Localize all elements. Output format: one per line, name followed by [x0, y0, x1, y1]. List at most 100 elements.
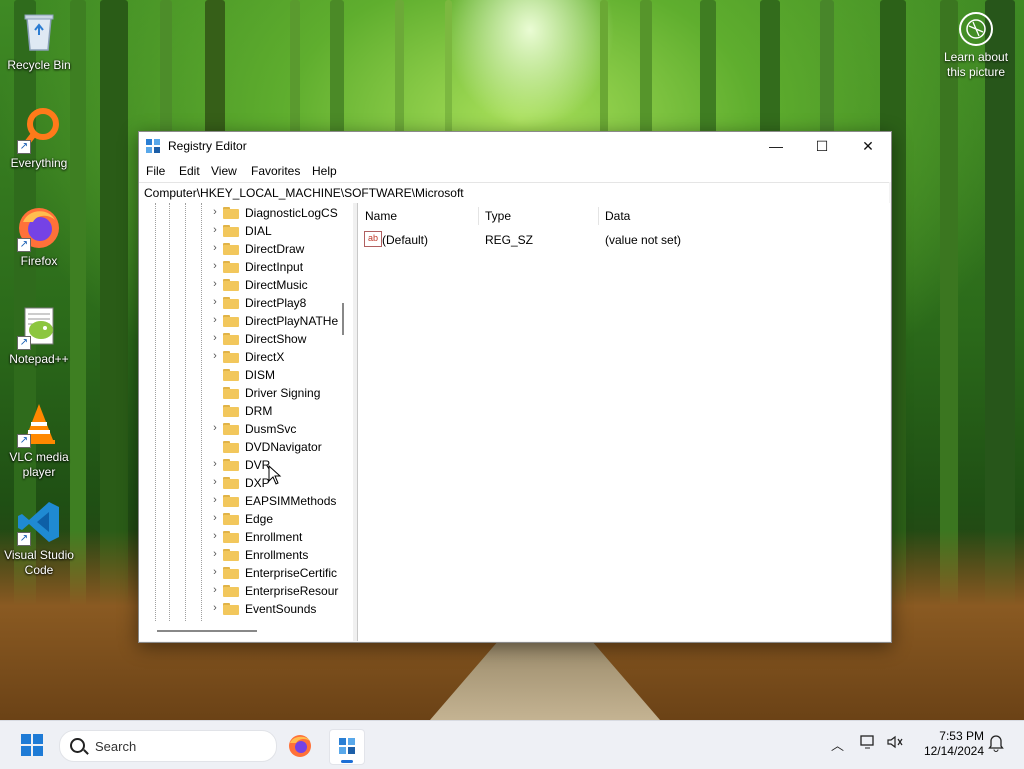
chevron-right-icon[interactable]: › [209, 224, 221, 238]
tree-node[interactable]: › EventSounds [209, 600, 349, 618]
chevron-right-icon[interactable]: › [209, 242, 221, 256]
chevron-right-icon[interactable]: › [209, 350, 221, 364]
address-path[interactable]: Computer\HKEY_LOCAL_MACHINE\SOFTWARE\Mic… [144, 186, 464, 200]
desktop-icon-vlc[interactable]: ↗ VLC media player [0, 400, 78, 480]
tree-guide-line [185, 203, 186, 621]
desktop-icon-everything[interactable]: ↗ Everything [0, 106, 78, 171]
folder-icon [223, 333, 239, 345]
notifications-bell-icon[interactable] [988, 734, 1004, 755]
tree-guide-line [201, 203, 202, 621]
tree-node[interactable]: DISM [209, 366, 349, 384]
tree-node[interactable]: › EAPSIMMethods [209, 492, 349, 510]
tree-node[interactable]: › Enrollment [209, 528, 349, 546]
start-button[interactable] [21, 734, 43, 756]
taskbar-search-box[interactable]: Search [59, 730, 277, 762]
tree-node[interactable]: › DirectX [209, 348, 349, 366]
tree-node-label: DirectPlayNATHe [245, 314, 339, 328]
chevron-right-icon[interactable]: › [209, 584, 221, 598]
chevron-right-icon[interactable]: › [209, 332, 221, 346]
tree-node[interactable]: › DiagnosticLogCS [209, 204, 349, 222]
tree-node[interactable]: › DirectInput [209, 258, 349, 276]
menu-edit[interactable]: Edit [179, 164, 200, 178]
chevron-right-icon[interactable]: › [209, 602, 221, 616]
chevron-right-icon[interactable]: › [209, 458, 221, 472]
tree-node[interactable]: › Enrollments [209, 546, 349, 564]
column-separator[interactable] [598, 207, 599, 225]
search-icon [70, 738, 85, 753]
tree-node[interactable]: › DirectPlay8 [209, 294, 349, 312]
folder-icon [223, 225, 239, 237]
tree-node[interactable]: › Edge [209, 510, 349, 528]
tree-node[interactable]: › DirectShow [209, 330, 349, 348]
tree-node[interactable]: DVDNavigator [209, 438, 349, 456]
tree-node[interactable]: › EnterpriseCertific [209, 564, 349, 582]
chevron-right-icon[interactable]: › [209, 296, 221, 310]
tree-node[interactable]: › DIAL [209, 222, 349, 240]
chevron-right-icon[interactable]: › [209, 512, 221, 526]
tree-vertical-scrollbar[interactable] [342, 303, 344, 335]
clock[interactable]: 7:53 PM 12/14/2024 [914, 729, 984, 759]
chevron-right-icon[interactable]: › [209, 206, 221, 220]
values-list-pane[interactable]: Name Type Data ab (Default) REG_SZ (valu… [358, 203, 890, 641]
menu-help[interactable]: Help [312, 164, 337, 178]
key-tree-pane[interactable]: › DiagnosticLogCS › DIAL › DirectDraw › DirectI… [139, 203, 354, 641]
folder-icon [223, 513, 239, 525]
desktop-icon-vscode[interactable]: ↗ Visual Studio Code [0, 498, 78, 578]
title-bar[interactable]: Registry Editor — ☐ ✕ [139, 132, 891, 160]
tree-node-label: DVR [245, 458, 271, 472]
tree-node[interactable]: › DirectPlayNATHe [209, 312, 349, 330]
tree-node-label: DiagnosticLogCS [245, 206, 338, 220]
chevron-right-icon[interactable]: › [209, 278, 221, 292]
tree-node-label: DXP [245, 476, 270, 490]
column-separator[interactable] [478, 207, 479, 225]
column-header-name[interactable]: Name [365, 209, 397, 223]
tree-node[interactable]: › DirectMusic [209, 276, 349, 294]
column-header-data[interactable]: Data [605, 209, 630, 223]
desktop-icon-firefox[interactable]: ↗ Firefox [0, 204, 78, 269]
desktop-icon-notepadpp[interactable]: ↗ Notepad++ [0, 302, 78, 367]
volume-muted-icon[interactable] [886, 734, 904, 753]
chevron-right-icon[interactable]: › [209, 476, 221, 490]
chevron-right-icon[interactable]: › [209, 530, 221, 544]
chevron-right-icon[interactable]: › [209, 548, 221, 562]
window-title: Registry Editor [168, 139, 247, 153]
folder-icon [223, 243, 239, 255]
menu-favorites[interactable]: Favorites [251, 164, 300, 178]
chevron-right-icon[interactable]: › [209, 314, 221, 328]
tree-node[interactable]: › DirectDraw [209, 240, 349, 258]
active-app-indicator [341, 760, 353, 763]
maximize-button[interactable]: ☐ [799, 132, 845, 160]
folder-icon [223, 585, 239, 597]
show-hidden-icons-button[interactable]: ︿ [831, 735, 844, 754]
value-row[interactable]: ab (Default) REG_SZ (value not set) [358, 229, 890, 249]
minimize-button[interactable]: — [753, 132, 799, 160]
folder-icon [223, 423, 239, 435]
tree-horizontal-scrollbar[interactable] [157, 630, 257, 632]
folder-icon [223, 261, 239, 273]
tree-node[interactable]: Driver Signing [209, 384, 349, 402]
column-header-type[interactable]: Type [485, 209, 511, 223]
desktop-icon-recycle-bin[interactable]: Recycle Bin [0, 8, 78, 73]
folder-icon [223, 441, 239, 453]
address-bar[interactable]: Computer\HKEY_LOCAL_MACHINE\SOFTWARE\Mic… [139, 182, 889, 204]
chevron-right-icon[interactable]: › [209, 494, 221, 508]
chevron-right-icon[interactable]: › [209, 566, 221, 580]
menu-view[interactable]: View [211, 164, 237, 178]
firefox-icon: ↗ [15, 204, 63, 252]
tree-node[interactable]: › EnterpriseResour [209, 582, 349, 600]
chevron-right-icon[interactable]: › [209, 422, 221, 436]
tree-node[interactable]: DRM [209, 402, 349, 420]
tree-node-label: DIAL [245, 224, 272, 238]
taskbar-firefox[interactable] [283, 729, 317, 763]
taskbar-registry-editor[interactable] [329, 729, 365, 765]
learn-about-picture[interactable]: Learn about this picture [936, 12, 1016, 80]
clock-time: 7:53 PM [939, 729, 984, 743]
folder-icon [223, 351, 239, 363]
folder-icon [223, 315, 239, 327]
network-icon[interactable] [860, 734, 878, 753]
menu-file[interactable]: File [146, 164, 165, 178]
close-button[interactable]: ✕ [845, 132, 891, 160]
chevron-right-icon[interactable]: › [209, 260, 221, 274]
tree-node[interactable]: › DusmSvc [209, 420, 349, 438]
